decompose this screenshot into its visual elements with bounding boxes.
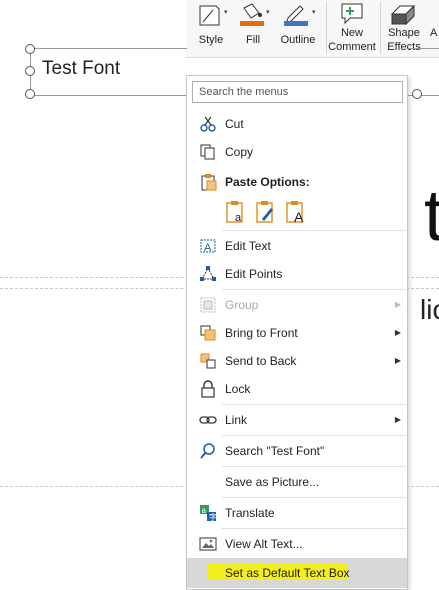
search-icon xyxy=(199,442,217,460)
chevron-down-icon: ▾ xyxy=(312,9,316,16)
menu-search-input[interactable]: Search the menus xyxy=(192,81,403,103)
menu-separator xyxy=(222,435,406,436)
menu-item-translate[interactable]: a字 Translate xyxy=(187,500,407,526)
menu-item-lock[interactable]: Lock xyxy=(187,376,407,402)
menu-item-copy[interactable]: Copy xyxy=(187,139,407,165)
fill-label: Fill xyxy=(245,34,261,46)
paste-text-only-button[interactable]: A xyxy=(285,199,307,225)
menu-item-cut[interactable]: Cut xyxy=(187,111,407,137)
menu-item-edit-points[interactable]: Edit Points xyxy=(187,261,407,287)
resize-handle[interactable] xyxy=(25,89,35,99)
new-comment-button[interactable]: New Comment xyxy=(328,0,376,57)
submenu-arrow-icon: ▶ xyxy=(394,356,401,365)
menu-separator xyxy=(222,497,406,498)
submenu-arrow-icon: ▶ xyxy=(394,415,401,424)
shape-fill-button[interactable]: ▾ Fill xyxy=(236,0,270,57)
edit-text-icon: A xyxy=(199,237,217,255)
menu-item-label: Save as Picture... xyxy=(225,475,320,489)
menu-item-label: Copy xyxy=(225,145,254,159)
submenu-arrow-icon: ▶ xyxy=(394,328,401,337)
menu-item-label: Lock xyxy=(225,382,251,396)
translate-icon: a字 xyxy=(199,504,217,522)
menu-separator xyxy=(222,466,406,467)
group-icon xyxy=(199,296,217,314)
textbox-frame-right xyxy=(408,48,439,96)
bring-to-front-icon xyxy=(199,324,217,342)
resize-handle[interactable] xyxy=(412,89,422,99)
resize-handle[interactable] xyxy=(25,66,35,76)
paste-keep-source-button[interactable]: a xyxy=(225,199,247,225)
link-icon xyxy=(199,411,217,429)
outline-label: Outline xyxy=(280,34,316,46)
menu-item-label: Link xyxy=(225,413,248,427)
slide-body-partial: lic xyxy=(420,294,439,325)
menu-item-bring-to-front[interactable]: Bring to Front ▶ xyxy=(187,320,407,346)
slide-title-partial: t xyxy=(424,176,439,256)
scissors-icon xyxy=(199,115,217,133)
cut-off-label: A xyxy=(430,27,438,39)
svg-text:A: A xyxy=(204,242,212,254)
menu-item-label: Translate xyxy=(225,506,275,520)
ribbon-divider xyxy=(380,2,381,54)
menu-item-group[interactable]: Group ▶ xyxy=(187,292,407,318)
menu-item-label: Set as Default Text Box xyxy=(225,566,350,580)
menu-item-label: Paste Options: xyxy=(225,175,310,189)
menu-separator xyxy=(222,404,406,405)
textbox-text[interactable]: Test Font xyxy=(42,58,120,80)
menu-search-placeholder: Search the menus xyxy=(199,86,289,98)
shape-style-button[interactable]: ▾ Style xyxy=(194,0,228,57)
menu-item-label: View Alt Text... xyxy=(225,537,303,551)
menu-item-label: Cut xyxy=(225,117,244,131)
svg-text:a: a xyxy=(202,506,207,515)
ribbon: ▾ Style ▾ Fill ▾ Outline New Comment Sha… xyxy=(186,0,439,58)
menu-item-label: Edit Text xyxy=(225,239,271,253)
style-label: Style xyxy=(198,34,224,46)
shape-outline-button[interactable]: ▾ Outline xyxy=(276,0,320,57)
copy-icon xyxy=(199,143,217,161)
menu-item-label: Edit Points xyxy=(225,267,283,281)
menu-item-edit-text[interactable]: A Edit Text xyxy=(187,233,407,259)
svg-text:a: a xyxy=(235,212,242,224)
svg-text:A: A xyxy=(294,209,304,225)
menu-item-save-as-picture[interactable]: Save as Picture... xyxy=(187,469,407,495)
menu-item-link[interactable]: Link ▶ xyxy=(187,407,407,433)
new-comment-label-1: New xyxy=(340,27,363,39)
paint-bucket-icon xyxy=(236,2,270,28)
menu-item-set-as-default-text-box[interactable]: Set as Default Text Box xyxy=(187,558,407,588)
clipboard-icon xyxy=(199,173,217,191)
menu-item-search[interactable]: Search "Test Font" xyxy=(187,438,407,464)
menu-item-paste-options: Paste Options: xyxy=(187,169,407,195)
lock-icon xyxy=(199,380,217,398)
shape-effects-label-1: Shape xyxy=(388,27,420,39)
menu-item-label: Search "Test Font" xyxy=(225,444,325,458)
shape-style-icon xyxy=(194,2,228,28)
resize-handle[interactable] xyxy=(25,44,35,54)
svg-text:字: 字 xyxy=(209,512,217,522)
alt-text-icon xyxy=(199,535,217,553)
chevron-down-icon: ▾ xyxy=(224,9,228,16)
menu-item-label: Send to Back xyxy=(225,354,297,368)
menu-separator xyxy=(222,289,406,290)
send-to-back-icon xyxy=(199,352,217,370)
menu-item-send-to-back[interactable]: Send to Back ▶ xyxy=(187,348,407,374)
new-comment-label-2: Comment xyxy=(328,41,376,53)
menu-item-label: Group xyxy=(225,298,259,312)
edit-points-icon xyxy=(199,265,217,283)
ribbon-divider xyxy=(326,2,327,54)
paste-merge-format-button[interactable] xyxy=(255,199,277,225)
submenu-arrow-icon: ▶ xyxy=(394,300,401,309)
comment-icon xyxy=(328,2,376,28)
chevron-down-icon: ▾ xyxy=(266,9,270,16)
menu-item-label: Bring to Front xyxy=(225,326,298,340)
shape-effects-icon xyxy=(384,2,424,28)
menu-item-view-alt-text[interactable]: View Alt Text... xyxy=(187,531,407,557)
menu-separator xyxy=(222,230,406,231)
menu-separator xyxy=(222,528,406,529)
